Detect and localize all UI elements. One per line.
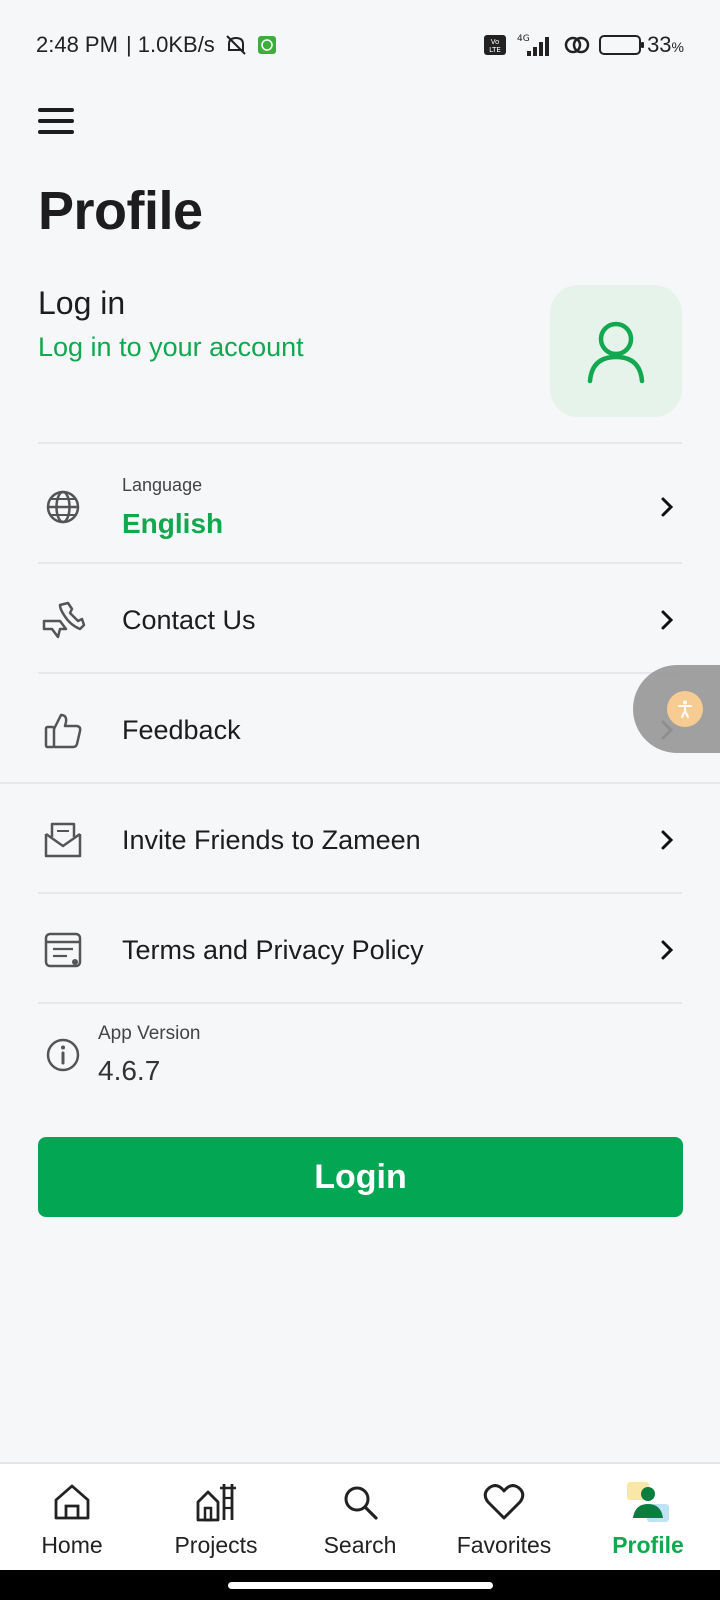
home-gesture-indicator[interactable] (228, 1582, 493, 1589)
status-left: 2:48 PM | 1.0KB/s (36, 32, 277, 58)
battery-indicator: 33% (599, 32, 684, 58)
status-right: Vo LTE 4G 33% (483, 32, 684, 58)
link-icon (563, 32, 591, 58)
system-navigation-bar (0, 1570, 720, 1600)
nav-home-label: Home (41, 1532, 103, 1558)
chevron-right-icon (652, 939, 682, 961)
battery-icon (599, 35, 645, 55)
envelope-icon (38, 820, 88, 860)
home-icon (52, 1480, 92, 1524)
document-icon (38, 931, 88, 969)
heart-icon (483, 1480, 525, 1524)
battery-percent: 33% (647, 32, 684, 57)
nav-favorites-label: Favorites (456, 1532, 552, 1558)
info-icon (38, 1037, 88, 1073)
accessibility-float-button[interactable] (633, 665, 720, 753)
terms-privacy-row[interactable]: Terms and Privacy Policy (38, 896, 682, 1004)
language-caption: Language (122, 474, 203, 495)
profile-icon (625, 1480, 671, 1524)
contact-us-label: Contact Us (122, 604, 256, 635)
hamburger-menu-icon[interactable] (38, 108, 74, 136)
user-icon (587, 321, 645, 384)
page-title: Profile (38, 181, 203, 241)
app-notification-icon (257, 35, 277, 55)
feedback-label: Feedback (122, 714, 241, 745)
accessibility-icon (667, 691, 703, 727)
projects-icon (194, 1480, 238, 1524)
nav-favorites[interactable]: Favorites (432, 1464, 576, 1570)
language-value: English (122, 507, 224, 539)
search-icon (340, 1480, 380, 1524)
nav-projects-label: Projects (174, 1532, 258, 1558)
net-type: 4G (517, 34, 530, 44)
muted-bell-icon (223, 32, 249, 58)
feedback-row[interactable]: Feedback (38, 676, 682, 784)
divider (0, 782, 720, 784)
divider (38, 1002, 682, 1004)
invite-friends-label: Invite Friends to Zameen (122, 824, 421, 855)
contact-us-row[interactable]: Contact Us (38, 566, 682, 674)
app-version-row: App Version 4.6.7 (38, 1005, 682, 1105)
bottom-navigation: Home Projects Search Favorites Profile (0, 1462, 720, 1570)
chevron-right-icon (652, 609, 682, 631)
divider (38, 562, 682, 564)
nav-projects[interactable]: Projects (144, 1464, 288, 1570)
nav-profile[interactable]: Profile (576, 1464, 720, 1570)
terms-privacy-label: Terms and Privacy Policy (122, 934, 424, 965)
svg-text:Vo: Vo (491, 38, 500, 46)
globe-icon (38, 489, 88, 525)
avatar[interactable] (550, 285, 682, 417)
divider (38, 892, 682, 894)
phone-chat-icon (38, 599, 88, 641)
signal-icon: 4G (515, 32, 555, 58)
app-version-value: 4.6.7 (98, 1055, 161, 1086)
status-time: 2:48 PM (36, 32, 118, 57)
nav-search[interactable]: Search (288, 1464, 432, 1570)
network-speed: | 1.0KB/s (125, 32, 215, 57)
volte-icon: Vo LTE (483, 34, 507, 56)
thumbs-up-icon (38, 710, 88, 750)
chevron-right-icon (652, 496, 682, 518)
login-button[interactable]: Login (38, 1137, 683, 1217)
app-version-caption: App Version (98, 1023, 201, 1044)
svg-text:LTE: LTE (489, 46, 501, 54)
nav-search-label: Search (323, 1532, 397, 1558)
chevron-right-icon (652, 829, 682, 851)
divider (38, 672, 682, 674)
login-card[interactable]: Log in Log in to your account (38, 285, 682, 420)
nav-profile-label: Profile (612, 1532, 684, 1558)
language-text: Language English (122, 475, 652, 540)
divider (38, 442, 682, 444)
invite-friends-row[interactable]: Invite Friends to Zameen (38, 786, 682, 894)
language-row[interactable]: Language English (38, 454, 682, 560)
app-version-text: App Version 4.6.7 (98, 1023, 200, 1087)
nav-home[interactable]: Home (0, 1464, 144, 1570)
status-bar: 2:48 PM | 1.0KB/s Vo LTE 4G 33% (0, 0, 720, 90)
